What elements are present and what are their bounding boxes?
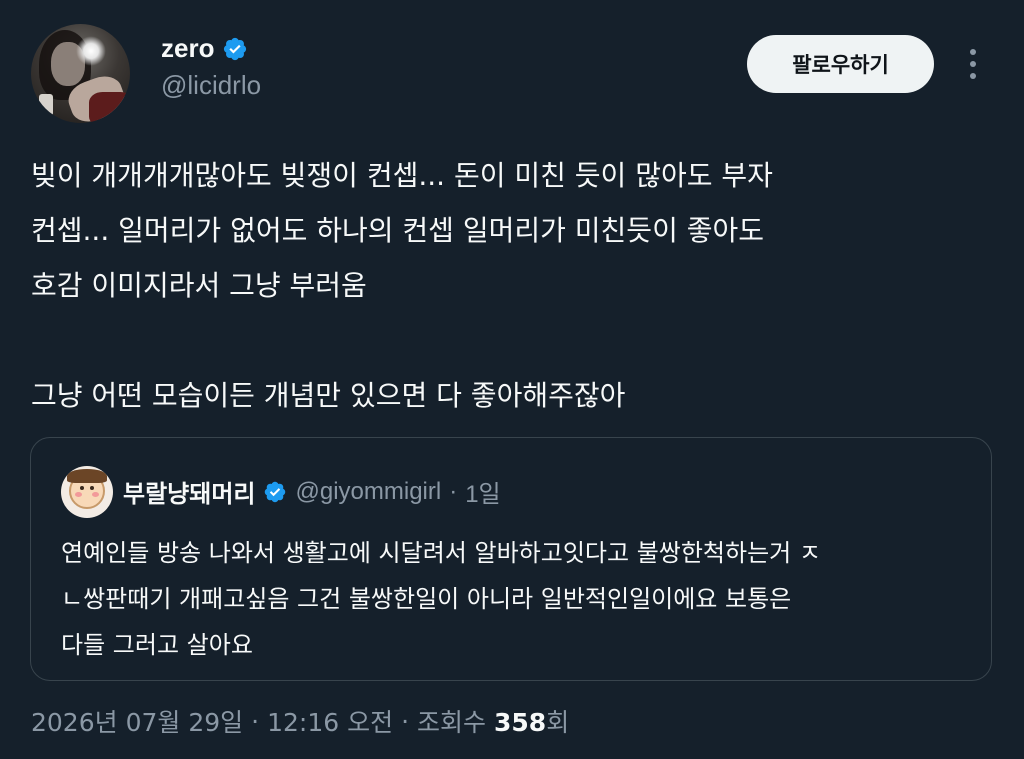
tweet-time[interactable]: 12:16 오전 bbox=[267, 703, 393, 739]
quoted-avatar-cheek bbox=[92, 492, 99, 497]
quoted-text-line: 연예인들 방송 나와서 생활고에 시달려서 알바하고잇다고 불쌍한척하는거 ㅈ bbox=[61, 539, 821, 567]
quoted-author-display-name[interactable]: 부랄냥돼머리 bbox=[123, 474, 255, 509]
tweet-detail: zero @licidrlo 팔로우하기 빚이 개개개개많아도 빚쟁이 컨셉..… bbox=[0, 0, 1024, 759]
tweet-text: 빚이 개개개개많아도 빚쟁이 컨셉... 돈이 미친 듯이 많아도 부자 컨셉.… bbox=[31, 148, 991, 423]
quoted-author-avatar[interactable] bbox=[61, 466, 113, 518]
meta-separator: · bbox=[251, 706, 260, 736]
quoted-avatar-eye bbox=[80, 486, 84, 490]
tweet-date[interactable]: 2026년 07월 29일 bbox=[31, 703, 243, 739]
views-count: 358 bbox=[494, 708, 547, 737]
quoted-tweet-text: 연예인들 방송 나와서 생활고에 시달려서 알바하고잇다고 불쌍한척하는거 ㅈ … bbox=[61, 530, 971, 668]
views-block[interactable]: 조회수 358회 bbox=[417, 703, 569, 739]
quoted-text-line: 다들 그러고 살아요 bbox=[61, 631, 253, 659]
tweet-text-line: 호감 이미지라서 그냥 부러움 bbox=[31, 269, 367, 302]
author-display-name[interactable]: zero bbox=[161, 33, 214, 64]
views-label: 조회수 bbox=[417, 708, 487, 737]
quoted-tweet-header: 부랄냥돼머리 @giyommigirl · 1일 bbox=[123, 474, 501, 509]
quoted-avatar-hair bbox=[67, 469, 107, 483]
quoted-avatar-cheek bbox=[75, 492, 82, 497]
quoted-author-handle[interactable]: @giyommigirl bbox=[295, 478, 441, 506]
avatar-card bbox=[39, 94, 53, 116]
quoted-avatar-eye bbox=[90, 486, 94, 490]
quoted-verified-badge-icon bbox=[265, 481, 286, 502]
verified-badge-icon[interactable] bbox=[222, 36, 248, 62]
tweet-text-line: 빚이 개개개개많아도 빚쟁이 컨셉... 돈이 미친 듯이 많아도 부자 bbox=[31, 159, 773, 192]
meta-separator: · bbox=[401, 706, 410, 736]
follow-button[interactable]: 팔로우하기 bbox=[747, 35, 934, 93]
avatar-camera-flash bbox=[76, 36, 106, 66]
tweet-text-line: 컨셉... 일머리가 없어도 하나의 컨셉 일머리가 미친듯이 좋아도 bbox=[31, 214, 765, 247]
more-vertical-icon[interactable] bbox=[961, 44, 985, 84]
tweet-meta: 2026년 07월 29일 · 12:16 오전 · 조회수 358회 bbox=[31, 703, 569, 739]
views-suffix: 회 bbox=[546, 708, 570, 737]
tweet-text-line: 그냥 어떤 모습이든 개념만 있으면 다 좋아해주잖아 bbox=[31, 379, 626, 412]
avatar-shirt bbox=[89, 92, 130, 123]
quoted-separator: · bbox=[449, 477, 458, 505]
author-avatar[interactable] bbox=[31, 24, 130, 123]
quoted-timestamp[interactable]: 1일 bbox=[465, 474, 500, 509]
author-name-row: zero bbox=[161, 33, 248, 64]
quoted-text-line: ㄴ쌍판때기 개패고싶음 그건 불쌍한일이 아니라 일반적인일이에요 보통은 bbox=[61, 585, 792, 613]
quoted-tweet[interactable]: 부랄냥돼머리 @giyommigirl · 1일 연예인들 방송 나와서 생활고… bbox=[30, 437, 992, 681]
author-handle[interactable]: @licidrlo bbox=[161, 70, 261, 101]
